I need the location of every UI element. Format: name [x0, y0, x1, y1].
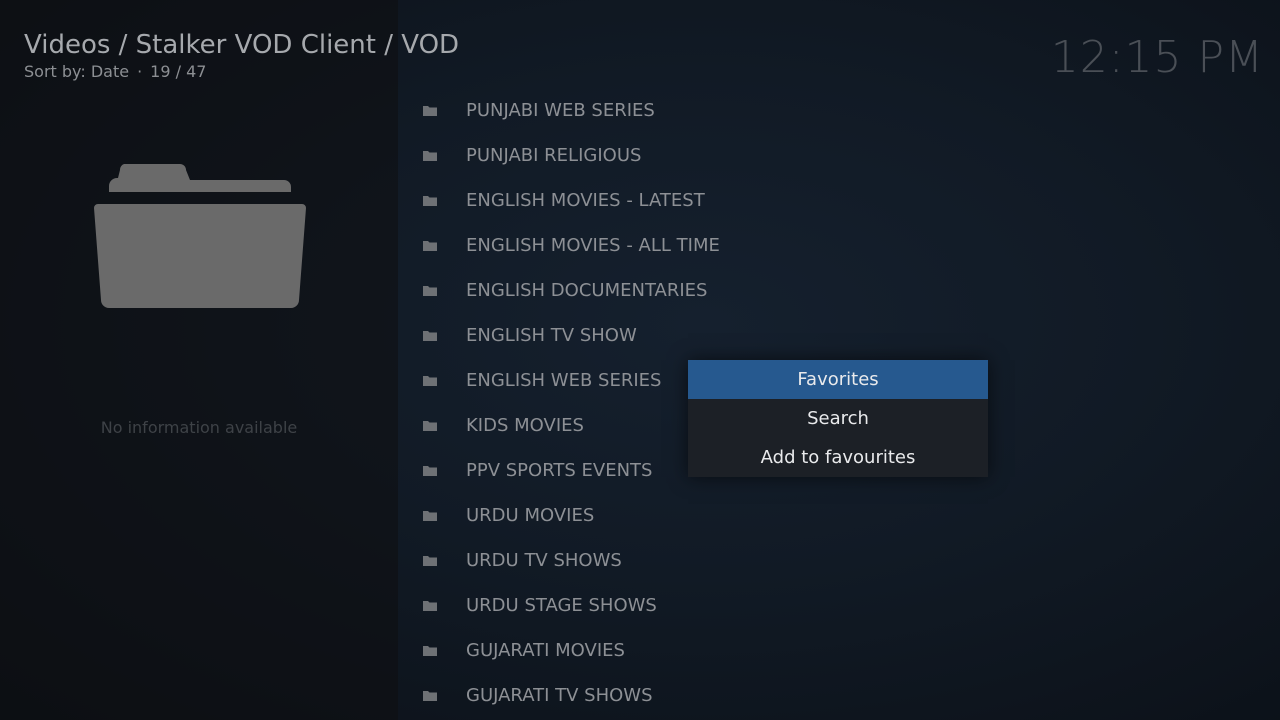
context-item-favorites[interactable]: Favorites: [688, 360, 988, 399]
sort-info: Sort by: Date · 19 / 47: [24, 62, 206, 81]
list-item[interactable]: URDU TV SHOWS: [398, 538, 958, 583]
list-item[interactable]: ENGLISH DOCUMENTARIES: [398, 268, 958, 313]
folder-icon: [423, 645, 437, 656]
list-item-label: ENGLISH TV SHOW: [466, 325, 637, 346]
list-item[interactable]: URDU STAGE SHOWS: [398, 583, 958, 628]
folder-icon: [423, 150, 437, 161]
no-info-message: No information available: [100, 418, 298, 437]
list-item[interactable]: GUJARATI MOVIES: [398, 628, 958, 673]
list-item[interactable]: GUJARATI TV SHOWS: [398, 673, 958, 718]
info-panel: No information available: [0, 0, 398, 720]
folder-icon: [423, 375, 437, 386]
list-item-label: URDU STAGE SHOWS: [466, 595, 657, 616]
folder-icon: [423, 240, 437, 251]
list-item[interactable]: ENGLISH MOVIES - LATEST: [398, 178, 958, 223]
sort-label: Sort by: Date: [24, 62, 130, 81]
list-item-label: GUJARATI TV SHOWS: [466, 685, 653, 706]
list-item[interactable]: ENGLISH TV SHOW: [398, 313, 958, 358]
item-position: 19 / 47: [150, 62, 207, 81]
list-item-label: ENGLISH MOVIES - LATEST: [466, 190, 705, 211]
list-item-label: PUNJABI WEB SERIES: [466, 100, 655, 121]
context-item-search[interactable]: Search: [688, 399, 988, 438]
list-item[interactable]: ENGLISH MOVIES - ALL TIME: [398, 223, 958, 268]
list-item-label: GUJARATI MOVIES: [466, 640, 625, 661]
clock: 12:15 PM: [1050, 32, 1264, 83]
folder-icon: [423, 510, 437, 521]
folder-icon: [423, 690, 437, 701]
folder-icon: [423, 600, 437, 611]
folder-icon: [423, 105, 437, 116]
list-item-label: KIDS MOVIES: [466, 415, 584, 436]
list-item-label: PUNJABI RELIGIOUS: [466, 145, 642, 166]
folder-icon: [94, 164, 306, 308]
folder-icon: [423, 555, 437, 566]
list-item-label: PPV SPORTS EVENTS: [466, 460, 653, 481]
folder-icon: [423, 420, 437, 431]
context-menu: Favorites Search Add to favourites: [688, 360, 988, 477]
list-item-label: ENGLISH WEB SERIES: [466, 370, 662, 391]
list-item-label: URDU TV SHOWS: [466, 550, 622, 571]
list-item-label: ENGLISH MOVIES - ALL TIME: [466, 235, 720, 256]
folder-icon: [423, 330, 437, 341]
folder-icon: [423, 195, 437, 206]
folder-icon: [423, 285, 437, 296]
breadcrumb: Videos / Stalker VOD Client / VOD: [24, 30, 460, 60]
sort-separator: ·: [137, 62, 143, 81]
list-item[interactable]: URDU MOVIES: [398, 493, 958, 538]
list-item-label: ENGLISH DOCUMENTARIES: [466, 280, 708, 301]
list-item[interactable]: PUNJABI RELIGIOUS: [398, 133, 958, 178]
list-item[interactable]: PUNJABI WEB SERIES: [398, 88, 958, 133]
context-item-add-to-favourites[interactable]: Add to favourites: [688, 438, 988, 477]
folder-icon: [423, 465, 437, 476]
kodi-screen: No information available Videos / Stalke…: [0, 0, 1280, 720]
list-item-label: URDU MOVIES: [466, 505, 595, 526]
